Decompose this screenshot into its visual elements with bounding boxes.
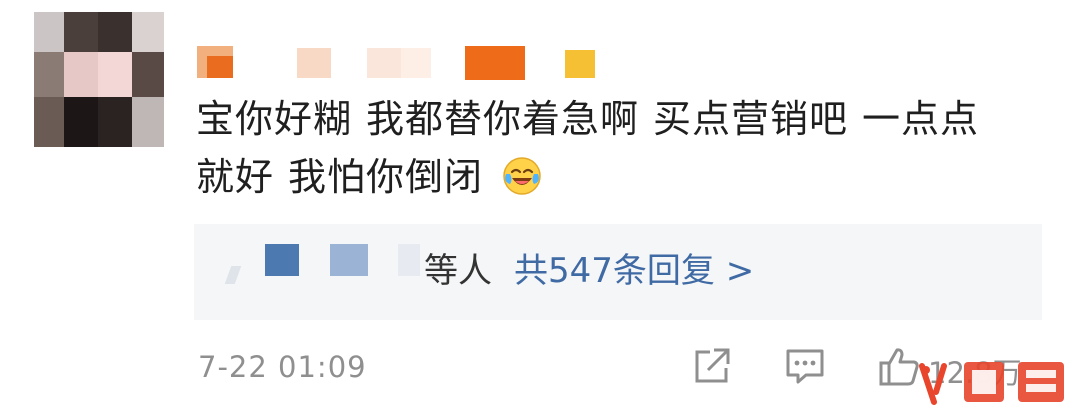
timestamp: 7-22 01:09 (198, 350, 367, 384)
share-icon (695, 348, 730, 383)
comment-icon (786, 349, 824, 384)
share-button[interactable] (692, 346, 732, 390)
avatar[interactable] (34, 12, 164, 147)
comment-button[interactable] (784, 346, 826, 390)
comment-text: 宝你好糊 我都替你着急啊 买点营销吧 一点点 就好 我怕你倒闭 (196, 90, 1056, 206)
comment-segment: 就好 (196, 155, 275, 199)
reply-summary[interactable]: 等人 共547条回复 > (424, 247, 754, 295)
reply-etc-label: 等人 (424, 251, 492, 291)
comment-segment: 一点点 (862, 97, 980, 141)
username-pixelated[interactable] (197, 44, 607, 80)
comment-segment: 宝你好糊 (196, 97, 353, 141)
comment-segment: 我怕你倒闭 (288, 155, 484, 199)
laughing-crying-emoji-icon (502, 154, 542, 195)
watermark-logo (914, 352, 1074, 408)
comment-segment: 买点营销吧 (653, 97, 849, 141)
comment-segment: 我都替你着急啊 (366, 97, 640, 141)
reply-count-link[interactable]: 共547条回复 > (514, 251, 754, 291)
